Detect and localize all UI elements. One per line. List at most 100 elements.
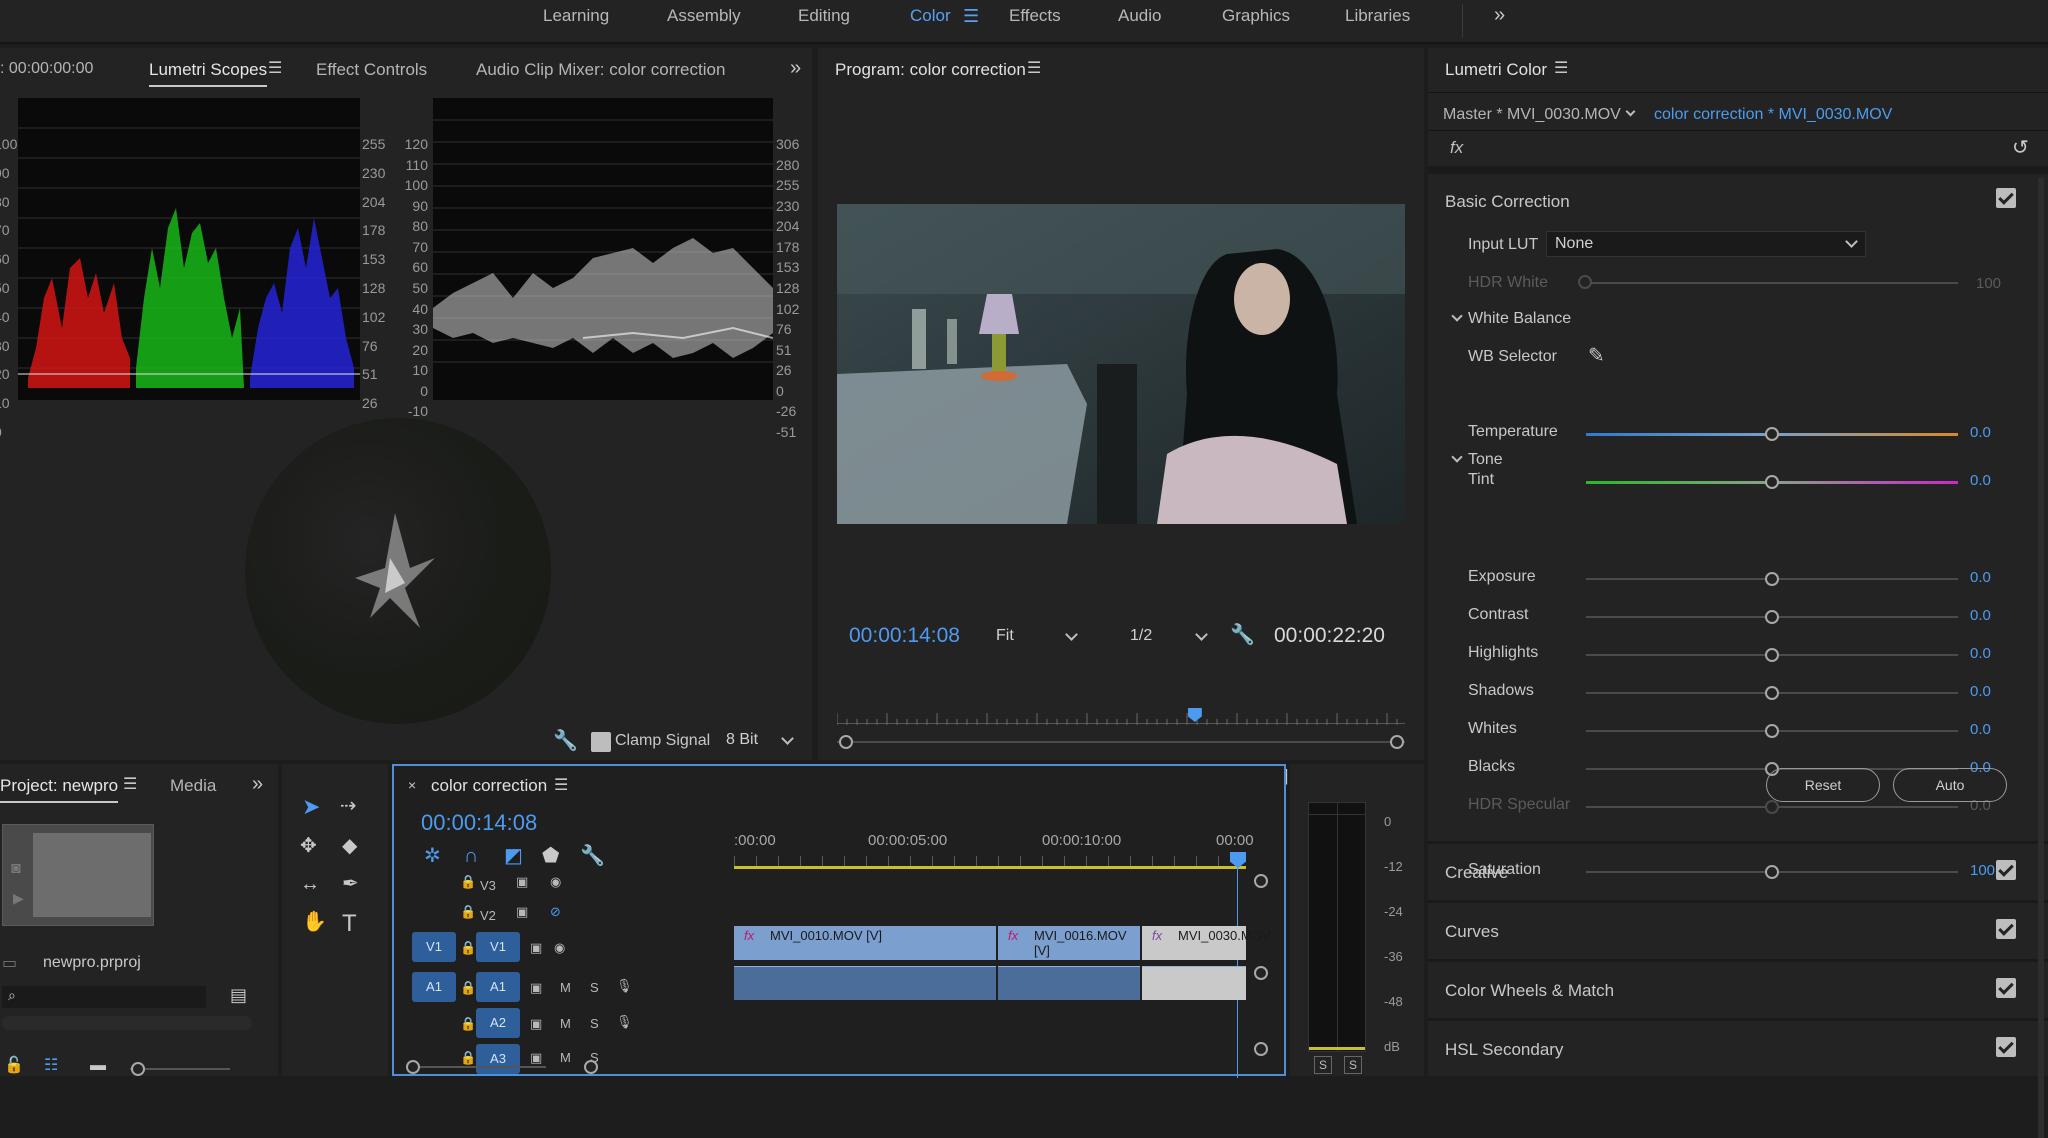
track-a1-label[interactable]: A1 xyxy=(476,972,520,1002)
program-current-time[interactable]: 00:00:14:08 xyxy=(849,624,960,648)
reset-button[interactable]: Reset xyxy=(1766,768,1880,802)
lock-icon[interactable]: 🔓 xyxy=(4,1058,24,1074)
sequence-clip-label[interactable]: color correction * MVI_0030.MOV xyxy=(1654,106,1892,124)
eye-hidden-icon[interactable]: ⊘ xyxy=(550,904,561,920)
basic-correction-checkbox[interactable] xyxy=(1996,188,2016,208)
clip-mvi-0010[interactable]: fx MVI_0010.MOV [V] xyxy=(734,926,996,960)
slider-value-shadows[interactable]: 0.0 xyxy=(1970,683,1991,700)
chevron-down-icon[interactable] xyxy=(1625,106,1636,117)
nest-icon[interactable]: ✲ xyxy=(424,846,441,866)
sync-lock-icon[interactable]: ▣ xyxy=(516,874,528,890)
track-scroll-handle[interactable] xyxy=(1254,966,1268,980)
tab-audio-clip-mixer[interactable]: Audio Clip Mixer: color correction xyxy=(476,60,725,80)
slider-handle-shadows[interactable] xyxy=(1765,686,1779,700)
color-wheels-checkbox[interactable] xyxy=(1996,978,2016,998)
source-v1-patch[interactable]: V1 xyxy=(412,932,456,962)
slider-value-contrast[interactable]: 0.0 xyxy=(1970,607,1991,624)
tab-effect-controls[interactable]: Effect Controls xyxy=(316,60,427,80)
lock-icon[interactable]: 🔒 xyxy=(460,1016,476,1032)
project-search-input[interactable] xyxy=(2,986,206,1008)
timeline-ruler-ticks[interactable] xyxy=(734,856,1246,866)
workspace-assembly[interactable]: Assembly xyxy=(667,6,741,26)
panel-menu-icon[interactable]: ☰ xyxy=(123,777,137,793)
sync-lock-icon[interactable]: ▣ xyxy=(516,904,528,920)
clip-mvi-0016[interactable]: fx MVI_0016.MOV [V] xyxy=(998,926,1140,960)
time-ruler[interactable] xyxy=(836,712,1405,725)
timeline-title[interactable]: color correction xyxy=(431,776,547,796)
timeline-zoom-bar[interactable] xyxy=(406,1066,546,1068)
solo-a2[interactable]: S xyxy=(590,1016,599,1031)
input-lut-dropdown[interactable]: None xyxy=(1546,231,1866,257)
basic-correction-header[interactable]: Basic Correction xyxy=(1445,192,1570,212)
workspace-learning[interactable]: Learning xyxy=(543,6,609,26)
timeline-timecode[interactable]: 00:00:14:08 xyxy=(421,810,537,836)
panel-menu-icon[interactable]: ☰ xyxy=(554,778,568,794)
panel-menu-icon[interactable]: ☰ xyxy=(1554,61,1568,77)
type-tool-icon[interactable]: T xyxy=(342,912,357,936)
tab-project[interactable]: Project: newpro xyxy=(0,776,119,803)
workspace-effects[interactable]: Effects xyxy=(1009,6,1061,26)
zoom-handle-right[interactable] xyxy=(1390,735,1404,749)
track-v1-label[interactable]: V1 xyxy=(476,932,520,962)
white-balance-header[interactable]: White Balance xyxy=(1468,310,1571,328)
lock-icon[interactable]: 🔒 xyxy=(460,874,476,890)
slider-value-tint[interactable]: 0.0 xyxy=(1970,472,1991,489)
creative-checkbox[interactable] xyxy=(1996,860,2016,880)
lock-icon[interactable]: 🔒 xyxy=(460,940,476,956)
linked-selection-icon[interactable]: ◩ xyxy=(504,846,523,866)
thumbnail-size-handle[interactable] xyxy=(131,1062,145,1076)
slider-value-temperature[interactable]: 0.0 xyxy=(1970,424,1991,441)
sync-lock-icon[interactable]: ▣ xyxy=(530,940,542,956)
zoom-bar[interactable] xyxy=(837,741,1405,743)
workspace-editing[interactable]: Editing xyxy=(798,6,850,26)
thumbnail-size-slider[interactable] xyxy=(130,1068,230,1070)
slider-handle-temperature[interactable] xyxy=(1765,427,1779,441)
more-workspaces-icon[interactable]: » xyxy=(1494,5,1505,25)
lock-icon[interactable]: 🔒 xyxy=(460,980,476,996)
auto-button[interactable]: Auto xyxy=(1893,768,2007,802)
icon-view-icon[interactable]: ▬ xyxy=(90,1058,106,1074)
slider-handle-tint[interactable] xyxy=(1765,475,1779,489)
track-a2-label[interactable]: A2 xyxy=(476,1008,520,1038)
reset-effect-icon[interactable]: ↺ xyxy=(2012,138,2029,158)
slider-handle-whites[interactable] xyxy=(1765,724,1779,738)
panel-menu-icon[interactable]: ☰ xyxy=(1027,61,1041,77)
color-wheels-header[interactable]: Color Wheels & Match xyxy=(1445,981,1614,1001)
curves-header[interactable]: Curves xyxy=(1445,922,1499,942)
solo-right-button[interactable]: S xyxy=(1344,1056,1362,1074)
eye-icon[interactable]: ◉ xyxy=(550,874,561,890)
lumetri-color-title[interactable]: Lumetri Color xyxy=(1445,60,1547,80)
workspace-menu-icon[interactable]: ☰ xyxy=(963,7,979,25)
settings-wrench-icon[interactable]: 🔧 xyxy=(1230,625,1255,645)
pen-tool-icon[interactable]: ✒ xyxy=(342,874,359,894)
project-scrollbar[interactable] xyxy=(2,1016,252,1030)
fx-icon[interactable]: fx xyxy=(1450,138,1463,158)
lock-icon[interactable]: 🔒 xyxy=(460,904,476,920)
slider-handle-saturation[interactable] xyxy=(1765,865,1779,879)
mute-a1[interactable]: M xyxy=(560,980,571,995)
slider-handle-highlights[interactable] xyxy=(1765,648,1779,662)
solo-left-button[interactable]: S xyxy=(1314,1056,1332,1074)
slider-value-whites[interactable]: 0.0 xyxy=(1970,721,1991,738)
clamp-signal-checkbox[interactable] xyxy=(591,732,611,752)
creative-header[interactable]: Creative xyxy=(1445,863,1508,883)
track-v2-label[interactable]: V2 xyxy=(480,908,496,923)
audio-clip-3[interactable] xyxy=(1142,966,1246,1000)
add-marker-icon[interactable]: ⬟ xyxy=(542,846,559,866)
sync-lock-icon[interactable]: ▣ xyxy=(530,1050,542,1066)
zoom-handle-left[interactable] xyxy=(839,735,853,749)
panel-menu-icon[interactable]: ☰ xyxy=(268,61,282,77)
timeline-zoom-right[interactable] xyxy=(584,1060,598,1074)
program-monitor-title[interactable]: Program: color correction xyxy=(835,60,1026,80)
tone-header[interactable]: Tone xyxy=(1468,451,1503,469)
scrollbar[interactable] xyxy=(2038,178,2044,1138)
mute-a2[interactable]: M xyxy=(560,1016,571,1031)
wrench-icon[interactable]: 🔧 xyxy=(553,731,578,751)
workspace-color[interactable]: Color xyxy=(910,6,951,26)
eyedropper-icon[interactable]: ✎ xyxy=(1588,346,1605,366)
hand-tool-icon[interactable]: ✋ xyxy=(302,912,327,932)
track-v3-label[interactable]: V3 xyxy=(480,878,496,893)
slider-value-highlights[interactable]: 0.0 xyxy=(1970,645,1991,662)
more-tabs-icon[interactable]: » xyxy=(790,58,801,78)
more-tabs-icon[interactable]: » xyxy=(252,774,263,794)
